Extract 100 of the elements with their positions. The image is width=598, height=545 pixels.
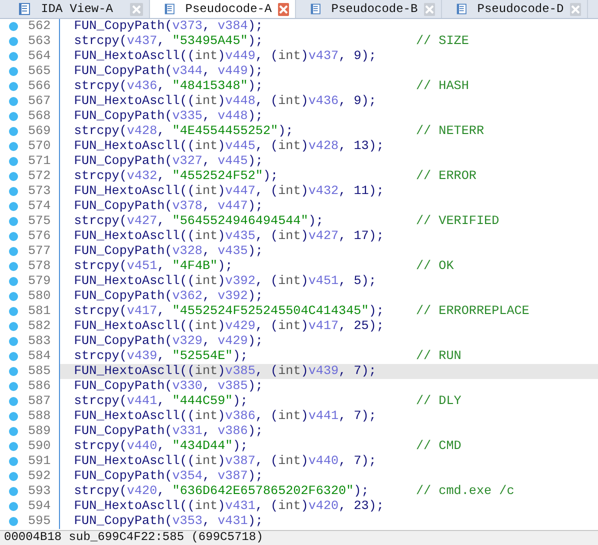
close-icon[interactable] <box>130 2 143 16</box>
line-number: 592 <box>28 469 51 484</box>
tab[interactable]: Pseudocode-B <box>296 0 442 18</box>
line-number: 575 <box>28 214 51 229</box>
breakpoint-dot-icon[interactable] <box>9 472 18 481</box>
breakpoint-dot-icon[interactable] <box>9 52 18 61</box>
tab[interactable]: Pseudocode-D <box>442 0 588 18</box>
breakpoint-dot-icon[interactable] <box>9 22 18 31</box>
line-number: 593 <box>28 484 51 499</box>
line-number: 569 <box>28 124 51 139</box>
breakpoint-dot-icon[interactable] <box>9 517 18 526</box>
line-number: 584 <box>28 349 51 364</box>
breakpoint-dot-icon[interactable] <box>9 202 18 211</box>
line-number: 587 <box>28 394 51 409</box>
code-text: FUN_HextoAscll((int)v387, (int)v440, 7); <box>74 454 378 469</box>
line-number: 580 <box>28 289 51 304</box>
line-number: 583 <box>28 334 51 349</box>
breakpoint-dot-icon[interactable] <box>9 127 18 136</box>
breakpoint-dot-icon[interactable] <box>9 457 18 466</box>
breakpoint-dot-icon[interactable] <box>9 307 18 316</box>
line-number: 595 <box>28 514 51 529</box>
breakpoint-dot-icon[interactable] <box>9 382 18 391</box>
code-text: FUN_CopyPath(v354, v387); <box>74 469 264 484</box>
breakpoint-dot-icon[interactable] <box>9 397 18 406</box>
breakpoint-dot-icon[interactable] <box>9 247 18 256</box>
code-text: FUN_CopyPath(v362, v392); <box>74 289 264 304</box>
breakpoint-dot-icon[interactable] <box>9 37 18 46</box>
code-comment: // NETERR <box>416 124 484 139</box>
code-text: FUN_CopyPath(v353, v431); <box>74 514 264 529</box>
line-number: 571 <box>28 154 51 169</box>
breakpoint-dot-icon[interactable] <box>9 487 18 496</box>
breakpoint-dot-icon[interactable] <box>9 142 18 151</box>
line-number: 572 <box>28 169 51 184</box>
code-text: FUN_HextoAscll((int)v429, (int)v417, 25); <box>74 319 385 334</box>
code-comment: // RUN <box>416 349 462 364</box>
code-text: FUN_HextoAscll((int)v392, (int)v451, 5); <box>74 274 378 289</box>
breakpoint-dot-icon[interactable] <box>9 412 18 421</box>
line-number: 585 <box>28 364 51 379</box>
breakpoint-dot-icon[interactable] <box>9 442 18 451</box>
breakpoint-dot-icon[interactable] <box>9 427 18 436</box>
code-text: strcpy(v432, "4552524F52"); <box>74 169 280 184</box>
line-number: 589 <box>28 424 51 439</box>
document-icon <box>456 2 468 16</box>
breakpoint-dot-icon[interactable] <box>9 67 18 76</box>
breakpoint-dot-icon[interactable] <box>9 292 18 301</box>
line-number: 582 <box>28 319 51 334</box>
line-number: 566 <box>28 79 51 94</box>
breakpoint-dot-icon[interactable] <box>9 82 18 91</box>
code-comment: // HASH <box>416 79 469 94</box>
line-number: 568 <box>28 109 51 124</box>
breakpoint-dot-icon[interactable] <box>9 322 18 331</box>
line-number: 563 <box>28 34 51 49</box>
code-comment: // ERROR <box>416 169 476 184</box>
line-number: 562 <box>28 19 51 34</box>
line-number: 579 <box>28 274 51 289</box>
tab[interactable]: IDA View-A <box>4 0 150 18</box>
document-icon <box>18 2 31 16</box>
code-text: FUN_CopyPath(v344, v449); <box>74 64 264 79</box>
breakpoint-dot-icon[interactable] <box>9 367 18 376</box>
code-text: FUN_CopyPath(v335, v448); <box>74 109 264 124</box>
breakpoint-dot-icon[interactable] <box>9 277 18 286</box>
breakpoint-dot-icon[interactable] <box>9 262 18 271</box>
breakpoint-dot-icon[interactable] <box>9 337 18 346</box>
code-text: strcpy(v420, "636D642E657865202F6320"); <box>74 484 370 499</box>
code-text: FUN_HextoAscll((int)v448, (int)v436, 9); <box>74 94 378 109</box>
code-text: FUN_HextoAscll((int)v445, (int)v428, 13); <box>74 139 385 154</box>
code-text: strcpy(v440, "434D44"); <box>74 439 249 454</box>
code-comment: // OK <box>416 259 454 274</box>
breakpoint-dot-icon[interactable] <box>9 172 18 181</box>
code-text: FUN_HextoAscll((int)v449, (int)v437, 9); <box>74 49 378 64</box>
code-text: FUN_HextoAscll((int)v386, (int)v441, 7); <box>74 409 378 424</box>
breakpoint-dot-icon[interactable] <box>9 97 18 106</box>
close-icon[interactable] <box>424 2 435 16</box>
code-text: FUN_CopyPath(v373, v384); <box>74 19 264 34</box>
line-number: 586 <box>28 379 51 394</box>
code-text: FUN_CopyPath(v329, v429); <box>74 334 264 349</box>
line-number: 590 <box>28 439 51 454</box>
code-comment: // CMD <box>416 439 462 454</box>
code-text: strcpy(v437, "53495A45"); <box>74 34 264 49</box>
line-number: 581 <box>28 304 51 319</box>
code-text: strcpy(v428, "4E4554455252"); <box>74 124 294 139</box>
close-icon[interactable] <box>570 2 581 16</box>
breakpoint-dot-icon[interactable] <box>9 112 18 121</box>
code-text: strcpy(v436, "48415348"); <box>74 79 264 94</box>
breakpoint-dot-icon[interactable] <box>9 352 18 361</box>
breakpoint-dot-icon[interactable] <box>9 217 18 226</box>
code-text: strcpy(v417, "4552524F525245504C414345"); <box>74 304 385 319</box>
breakpoint-dot-icon[interactable] <box>9 157 18 166</box>
document-icon <box>164 2 176 16</box>
breakpoint-dot-icon[interactable] <box>9 187 18 196</box>
line-number: 567 <box>28 94 51 109</box>
code-text: FUN_CopyPath(v330, v385); <box>74 379 264 394</box>
code-comment: // DLY <box>416 394 462 409</box>
tab[interactable]: Pseudocode-A <box>150 0 296 18</box>
breakpoint-dot-icon[interactable] <box>9 232 18 241</box>
breakpoint-dot-icon[interactable] <box>9 502 18 511</box>
close-icon[interactable] <box>278 2 289 16</box>
line-number: 574 <box>28 199 51 214</box>
code-text: strcpy(v451, "4F4B"); <box>74 259 234 274</box>
line-number: 578 <box>28 259 51 274</box>
